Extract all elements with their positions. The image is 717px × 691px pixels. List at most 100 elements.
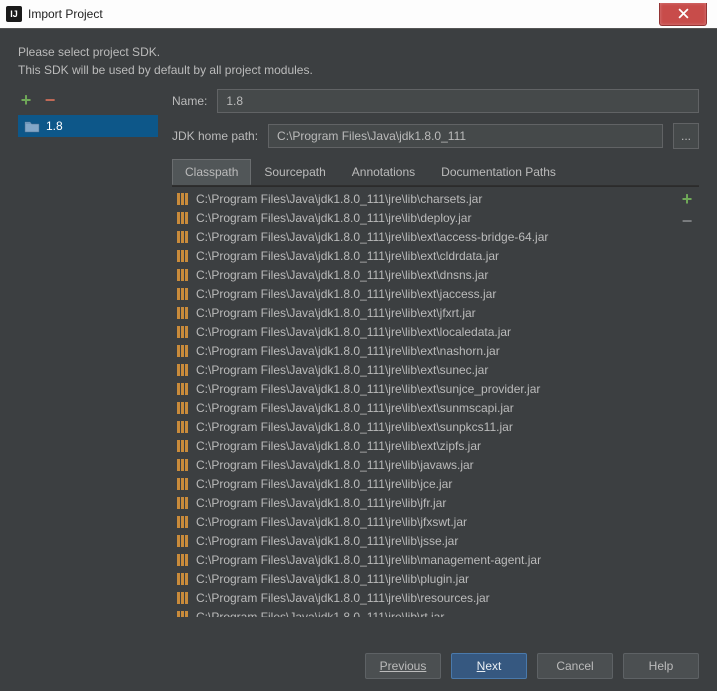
classpath-entry-path: C:\Program Files\Java\jdk1.8.0_111\jre\l… bbox=[196, 363, 488, 377]
jar-icon bbox=[176, 268, 190, 282]
classpath-entry[interactable]: C:\Program Files\Java\jdk1.8.0_111\jre\l… bbox=[172, 531, 675, 550]
tab-classpath[interactable]: Classpath bbox=[172, 159, 251, 185]
jar-icon bbox=[176, 325, 190, 339]
home-path-input[interactable] bbox=[268, 124, 663, 148]
classpath-entry-path: C:\Program Files\Java\jdk1.8.0_111\jre\l… bbox=[196, 325, 511, 339]
classpath-entry[interactable]: C:\Program Files\Java\jdk1.8.0_111\jre\l… bbox=[172, 493, 675, 512]
jar-icon bbox=[176, 553, 190, 567]
classpath-entry[interactable]: C:\Program Files\Java\jdk1.8.0_111\jre\l… bbox=[172, 284, 675, 303]
classpath-entry[interactable]: C:\Program Files\Java\jdk1.8.0_111\jre\l… bbox=[172, 417, 675, 436]
classpath-entry[interactable]: C:\Program Files\Java\jdk1.8.0_111\jre\l… bbox=[172, 322, 675, 341]
classpath-entry-path: C:\Program Files\Java\jdk1.8.0_111\jre\l… bbox=[196, 344, 500, 358]
jar-icon bbox=[176, 230, 190, 244]
classpath-entry-path: C:\Program Files\Java\jdk1.8.0_111\jre\l… bbox=[196, 496, 446, 510]
jar-icon bbox=[176, 401, 190, 415]
sdk-tree-item-label: 1.8 bbox=[46, 119, 63, 133]
jar-icon bbox=[176, 610, 190, 618]
jar-icon bbox=[176, 515, 190, 529]
classpath-entry[interactable]: C:\Program Files\Java\jdk1.8.0_111\jre\l… bbox=[172, 398, 675, 417]
classpath-entry-path: C:\Program Files\Java\jdk1.8.0_111\jre\l… bbox=[196, 439, 481, 453]
classpath-entry-path: C:\Program Files\Java\jdk1.8.0_111\jre\l… bbox=[196, 192, 482, 206]
jar-icon bbox=[176, 572, 190, 586]
remove-classpath-button[interactable]: − bbox=[679, 213, 695, 229]
classpath-entry-path: C:\Program Files\Java\jdk1.8.0_111\jre\l… bbox=[196, 553, 541, 567]
classpath-entry[interactable]: C:\Program Files\Java\jdk1.8.0_111\jre\l… bbox=[172, 246, 675, 265]
classpath-entry[interactable]: C:\Program Files\Java\jdk1.8.0_111\jre\l… bbox=[172, 550, 675, 569]
jar-icon bbox=[176, 363, 190, 377]
remove-sdk-button[interactable]: − bbox=[42, 92, 58, 108]
help-button[interactable]: Help bbox=[623, 653, 699, 679]
tabs: Classpath Sourcepath Annotations Documen… bbox=[172, 159, 699, 186]
sdk-tree-item[interactable]: 1.8 bbox=[18, 115, 158, 137]
intro-text: Please select project SDK. This SDK will… bbox=[18, 43, 699, 79]
classpath-entry[interactable]: C:\Program Files\Java\jdk1.8.0_111\jre\l… bbox=[172, 474, 675, 493]
classpath-entry-path: C:\Program Files\Java\jdk1.8.0_111\jre\l… bbox=[196, 401, 514, 415]
jar-icon bbox=[176, 477, 190, 491]
previous-button[interactable]: Previous bbox=[365, 653, 441, 679]
classpath-entry-path: C:\Program Files\Java\jdk1.8.0_111\jre\l… bbox=[196, 572, 469, 586]
classpath-entry[interactable]: C:\Program Files\Java\jdk1.8.0_111\jre\l… bbox=[172, 588, 675, 607]
classpath-entry[interactable]: C:\Program Files\Java\jdk1.8.0_111\jre\l… bbox=[172, 303, 675, 322]
classpath-entry[interactable]: C:\Program Files\Java\jdk1.8.0_111\jre\l… bbox=[172, 189, 675, 208]
name-label: Name: bbox=[172, 94, 207, 108]
jar-icon bbox=[176, 192, 190, 206]
jar-icon bbox=[176, 439, 190, 453]
add-sdk-button[interactable]: + bbox=[18, 92, 34, 108]
classpath-entry-path: C:\Program Files\Java\jdk1.8.0_111\jre\l… bbox=[196, 534, 458, 548]
classpath-entry-path: C:\Program Files\Java\jdk1.8.0_111\jre\l… bbox=[196, 249, 499, 263]
classpath-entry[interactable]: C:\Program Files\Java\jdk1.8.0_111\jre\l… bbox=[172, 607, 675, 617]
classpath-entry-path: C:\Program Files\Java\jdk1.8.0_111\jre\l… bbox=[196, 306, 476, 320]
intro-line-1: Please select project SDK. bbox=[18, 43, 699, 61]
classpath-entry[interactable]: C:\Program Files\Java\jdk1.8.0_111\jre\l… bbox=[172, 227, 675, 246]
add-classpath-button[interactable]: + bbox=[679, 191, 695, 207]
tab-annotations[interactable]: Annotations bbox=[339, 159, 428, 185]
jar-icon bbox=[176, 534, 190, 548]
app-icon: IJ bbox=[6, 6, 22, 22]
jar-icon bbox=[176, 382, 190, 396]
window-title: Import Project bbox=[28, 7, 103, 21]
jar-icon bbox=[176, 306, 190, 320]
classpath-entry-path: C:\Program Files\Java\jdk1.8.0_111\jre\l… bbox=[196, 211, 471, 225]
window: IJ Import Project Please select project … bbox=[0, 0, 717, 691]
classpath-entry[interactable]: C:\Program Files\Java\jdk1.8.0_111\jre\l… bbox=[172, 341, 675, 360]
jar-icon bbox=[176, 287, 190, 301]
classpath-entry-path: C:\Program Files\Java\jdk1.8.0_111\jre\l… bbox=[196, 230, 548, 244]
classpath-entry[interactable]: C:\Program Files\Java\jdk1.8.0_111\jre\l… bbox=[172, 455, 675, 474]
classpath-entry[interactable]: C:\Program Files\Java\jdk1.8.0_111\jre\l… bbox=[172, 512, 675, 531]
classpath-entry[interactable]: C:\Program Files\Java\jdk1.8.0_111\jre\l… bbox=[172, 208, 675, 227]
name-input[interactable] bbox=[217, 89, 699, 113]
classpath-entry-path: C:\Program Files\Java\jdk1.8.0_111\jre\l… bbox=[196, 610, 444, 618]
tab-documentation-paths[interactable]: Documentation Paths bbox=[428, 159, 569, 185]
classpath-entry-path: C:\Program Files\Java\jdk1.8.0_111\jre\l… bbox=[196, 458, 474, 472]
close-icon bbox=[678, 8, 689, 19]
classpath-entry[interactable]: C:\Program Files\Java\jdk1.8.0_111\jre\l… bbox=[172, 379, 675, 398]
classpath-entry-path: C:\Program Files\Java\jdk1.8.0_111\jre\l… bbox=[196, 515, 467, 529]
sdk-list-panel: + − 1.8 bbox=[18, 89, 158, 617]
classpath-entry-path: C:\Program Files\Java\jdk1.8.0_111\jre\l… bbox=[196, 382, 540, 396]
intro-line-2: This SDK will be used by default by all … bbox=[18, 61, 699, 79]
classpath-entry-path: C:\Program Files\Java\jdk1.8.0_111\jre\l… bbox=[196, 477, 452, 491]
classpath-entry-path: C:\Program Files\Java\jdk1.8.0_111\jre\l… bbox=[196, 591, 490, 605]
jar-icon bbox=[176, 249, 190, 263]
browse-button[interactable]: ... bbox=[673, 123, 699, 149]
classpath-entry[interactable]: C:\Program Files\Java\jdk1.8.0_111\jre\l… bbox=[172, 265, 675, 284]
footer-buttons: Previous Next Cancel Help bbox=[365, 653, 699, 679]
folder-icon bbox=[24, 119, 40, 133]
classpath-entry[interactable]: C:\Program Files\Java\jdk1.8.0_111\jre\l… bbox=[172, 360, 675, 379]
classpath-entry-path: C:\Program Files\Java\jdk1.8.0_111\jre\l… bbox=[196, 287, 496, 301]
classpath-list[interactable]: C:\Program Files\Java\jdk1.8.0_111\jre\l… bbox=[172, 187, 675, 617]
jar-icon bbox=[176, 211, 190, 225]
classpath-entry[interactable]: C:\Program Files\Java\jdk1.8.0_111\jre\l… bbox=[172, 436, 675, 455]
jar-icon bbox=[176, 591, 190, 605]
cancel-button[interactable]: Cancel bbox=[537, 653, 613, 679]
jar-icon bbox=[176, 496, 190, 510]
tab-sourcepath[interactable]: Sourcepath bbox=[251, 159, 338, 185]
classpath-entry-path: C:\Program Files\Java\jdk1.8.0_111\jre\l… bbox=[196, 268, 488, 282]
jar-icon bbox=[176, 420, 190, 434]
classpath-entry[interactable]: C:\Program Files\Java\jdk1.8.0_111\jre\l… bbox=[172, 569, 675, 588]
close-button[interactable] bbox=[659, 3, 707, 26]
next-button[interactable]: Next bbox=[451, 653, 527, 679]
sdk-tree[interactable]: 1.8 bbox=[18, 115, 158, 137]
jar-icon bbox=[176, 344, 190, 358]
jar-icon bbox=[176, 458, 190, 472]
